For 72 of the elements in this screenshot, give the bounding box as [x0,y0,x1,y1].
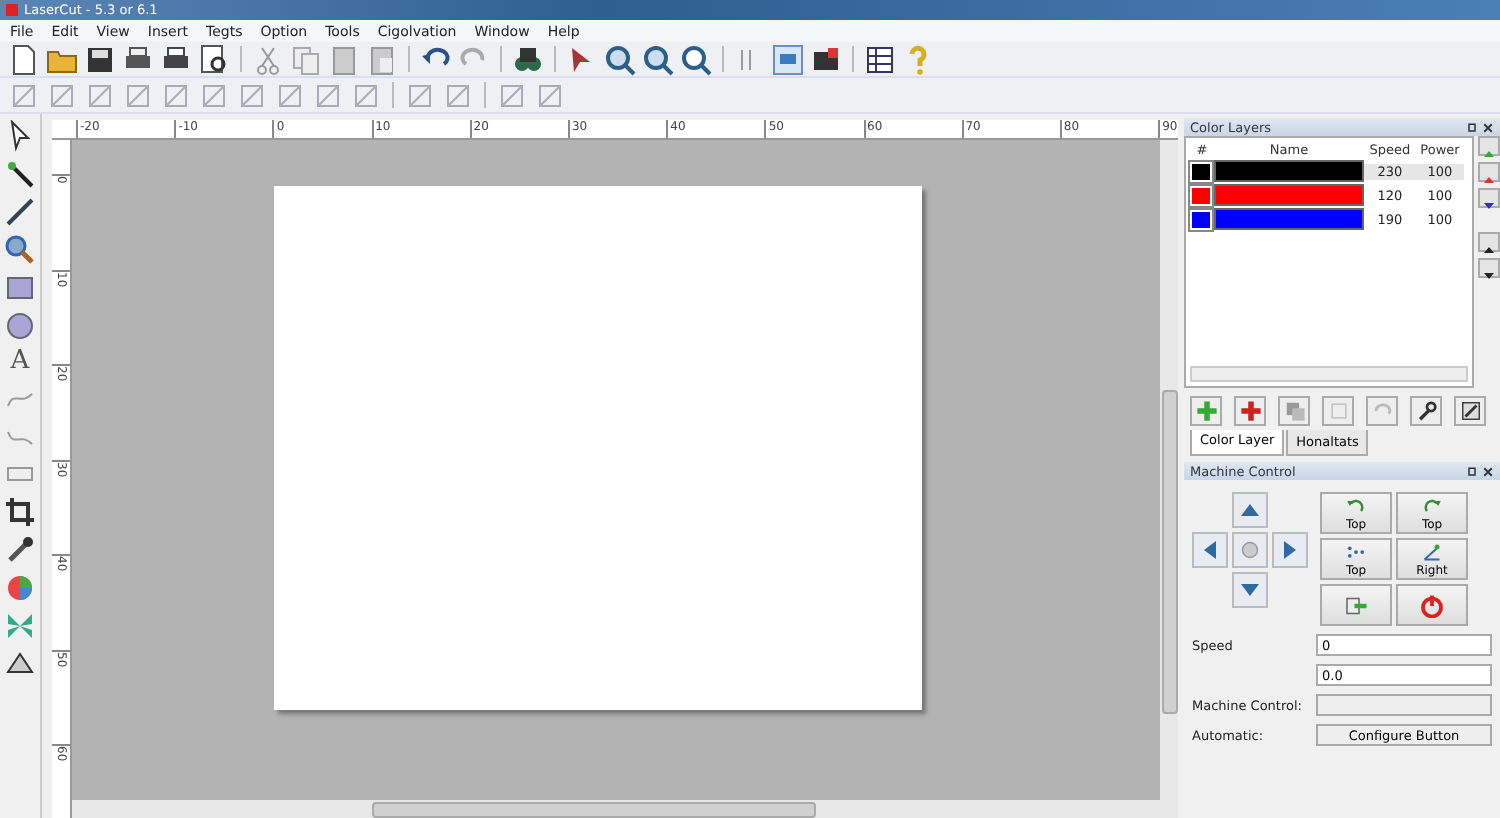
app-logo-icon [6,4,18,16]
ellipse-icon[interactable] [4,310,36,342]
layers-icon[interactable] [772,43,804,75]
text-tool[interactable]: A [10,348,30,376]
configure-button[interactable] [1316,694,1492,716]
group-icon[interactable] [350,79,382,111]
edit-icon [1459,400,1481,422]
rotate-left-icon [1344,495,1368,515]
jog-left-button[interactable] [1192,532,1228,568]
print-preview-icon[interactable] [198,43,230,75]
rotate-right-icon [1420,495,1444,515]
up-triangle-icon [1480,242,1498,258]
wrench-icon [1415,400,1437,422]
power-icon [1418,593,1446,617]
plus-icon [1195,400,1217,422]
machine-button[interactable] [1396,584,1468,626]
home-button[interactable] [1232,532,1268,568]
add-button[interactable] [1190,396,1222,426]
zoom-icon[interactable] [680,43,712,75]
move-down-button[interactable] [1478,258,1500,278]
down-triangle-icon [1480,198,1498,214]
copy-icon[interactable] [290,43,322,75]
node-icon[interactable] [274,79,306,111]
layer-swatch[interactable] [1190,185,1212,205]
layer-swatch[interactable] [1190,209,1212,229]
dots-icon [1344,541,1368,561]
table-icon[interactable] [864,43,896,75]
scissors-icon[interactable] [252,43,284,75]
plus-icon [1239,400,1261,422]
machine-button[interactable] [1320,584,1392,626]
undo-button[interactable] [1366,396,1398,426]
paste-icon[interactable] [366,43,398,75]
settings-button[interactable] [1410,396,1442,426]
jog-up-button[interactable] [1232,492,1268,528]
window-layout-icon[interactable] [810,43,842,75]
save-icon[interactable] [84,43,116,75]
zoom-in-icon[interactable] [604,43,636,75]
close-icon[interactable] [1482,465,1494,477]
edit-button[interactable] [1454,396,1486,426]
node-icon[interactable] [236,79,268,111]
color-wheel-icon[interactable] [4,572,36,604]
layer-name-bar[interactable] [1214,160,1364,182]
move-up-button[interactable] [1478,232,1500,252]
copy-button[interactable] [1278,396,1310,426]
paste-icon[interactable] [328,43,360,75]
arrow-icon [1342,593,1370,617]
crop-icon[interactable] [4,496,36,528]
square-icon [1327,400,1349,422]
binoculars-icon[interactable] [512,43,544,75]
layer-swatch[interactable] [1190,161,1212,181]
delete-button[interactable] [1234,396,1266,426]
close-icon[interactable] [1482,121,1494,133]
move-down-button[interactable] [1478,188,1500,208]
corner-icon [1420,541,1444,561]
pin-icon[interactable] [1466,465,1478,477]
down-triangle-icon [1480,268,1498,284]
copy-icon [1283,400,1305,422]
horizontal-scrollbar[interactable] [1190,366,1468,382]
zoom-out-icon[interactable] [642,43,674,75]
rectangle-icon[interactable] [4,272,36,304]
magnifier-icon[interactable] [4,234,36,266]
magic-wand-icon[interactable] [4,158,36,190]
pin-icon[interactable] [1466,121,1478,133]
jog-right-button[interactable] [1272,532,1308,568]
horizontal-scrollbar[interactable] [72,800,1160,818]
paste-button[interactable] [1322,396,1354,426]
home-icon [1238,538,1262,562]
jog-down-button[interactable] [1232,572,1268,608]
line-icon[interactable] [4,196,36,228]
vertical-scrollbar[interactable] [1160,140,1178,818]
group-icon[interactable] [312,79,344,111]
eyedropper-icon[interactable] [4,534,36,566]
